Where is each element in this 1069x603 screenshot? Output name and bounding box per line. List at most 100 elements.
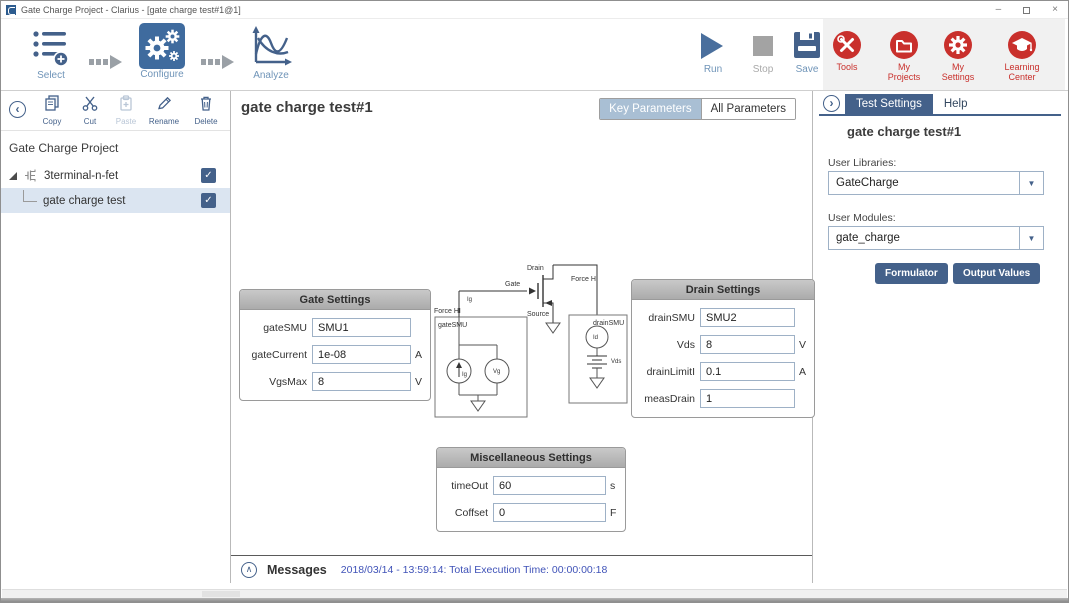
formulator-button[interactable]: Formulator (875, 263, 948, 284)
copy-button[interactable]: Copy (33, 94, 71, 126)
tree-node-checkbox[interactable]: ✓ (201, 168, 216, 183)
VgsMax-label: VgsMax (245, 376, 307, 388)
messages-collapse-button[interactable]: ∧ (241, 562, 257, 578)
id-meter-label: Id (593, 335, 598, 341)
scissors-icon (81, 94, 99, 112)
close-button[interactable]: × (1052, 5, 1058, 15)
collapse-panel-button[interactable]: ‹ (9, 101, 26, 118)
maximize-button[interactable] (1023, 7, 1030, 14)
dropdown-arrow-icon[interactable]: ▼ (1019, 172, 1043, 194)
gateCurrent-input[interactable] (312, 345, 411, 364)
Vds-label: Vds (637, 339, 695, 351)
user-libraries-dropdown[interactable]: GateCharge ▼ (828, 171, 1044, 195)
Coffset-unit: F (610, 507, 620, 519)
tree-node-test[interactable]: gate charge test ✓ (1, 188, 230, 213)
messages-label: Messages (267, 563, 327, 577)
run-button[interactable]: Run (693, 29, 733, 75)
stop-button[interactable]: Stop (743, 29, 783, 75)
rename-button[interactable]: Rename (145, 94, 183, 126)
gateSMU-input[interactable] (312, 318, 411, 337)
parameter-view-toggle: Key Parameters All Parameters (599, 98, 796, 120)
check-icon: ✓ (204, 170, 212, 181)
drainLimitI-label: drainLimitI (637, 366, 695, 378)
measDrain-input[interactable] (700, 389, 795, 408)
drain-label: Drain (527, 265, 544, 272)
tab-test-settings[interactable]: Test Settings (845, 94, 933, 114)
my-projects-label: My Projects (881, 62, 927, 82)
delete-button[interactable]: Delete (187, 94, 225, 126)
analyze-chart-icon (248, 26, 294, 68)
source-label: Source (527, 311, 549, 318)
my-settings-button[interactable]: My Settings (935, 29, 981, 82)
title-bar: Gate Charge Project - Clarius - [gate ch… (1, 1, 1068, 19)
configure-button[interactable]: Configure (131, 24, 193, 80)
minimize-button[interactable]: – (996, 5, 1002, 15)
tools-icon (832, 30, 862, 60)
Coffset-input[interactable] (493, 503, 606, 522)
misc-settings-title: Miscellaneous Settings (437, 448, 625, 468)
project-tree-panel: ‹ Copy Cut (1, 91, 231, 583)
copy-icon (43, 94, 61, 112)
horizontal-scrollbar[interactable] (2, 589, 1067, 598)
trash-icon (197, 94, 215, 112)
VgsMax-input[interactable] (312, 372, 411, 391)
graduation-cap-icon (1007, 30, 1037, 60)
learning-center-label: Learning Center (991, 62, 1053, 82)
timeOut-label: timeOut (442, 480, 488, 492)
dropdown-arrow-icon[interactable]: ▼ (1019, 227, 1043, 249)
select-button[interactable]: Select (23, 25, 79, 81)
user-modules-dropdown[interactable]: gate_charge ▼ (828, 226, 1044, 250)
drainSMU-input[interactable] (700, 308, 795, 327)
misc-settings-box: Miscellaneous Settings timeOut s Coffset… (436, 447, 626, 532)
copy-label: Copy (33, 117, 71, 126)
timeOut-input[interactable] (493, 476, 606, 495)
chevron-left-icon: ‹ (16, 102, 20, 116)
tree-connector (23, 190, 37, 202)
tab-help[interactable]: Help (933, 94, 979, 114)
gatesmu-label: gateSMU (438, 322, 467, 329)
force-hi-left-label: Force HI (434, 308, 461, 315)
user-libraries-label: User Libraries: (828, 157, 896, 169)
gate-settings-title: Gate Settings (240, 290, 430, 310)
expander-icon[interactable] (9, 172, 17, 180)
my-projects-button[interactable]: My Projects (881, 29, 927, 82)
app-window: Gate Charge Project - Clarius - [gate ch… (0, 0, 1069, 603)
cut-button[interactable]: Cut (71, 94, 109, 126)
vg-source-label: Vg (493, 369, 500, 375)
expand-panel-button[interactable]: › (823, 95, 840, 112)
nfet-device-icon (24, 168, 37, 183)
scrollbar-thumb[interactable] (202, 591, 240, 597)
messages-text: 2018/03/14 - 13:59:14: Total Execution T… (341, 564, 608, 576)
drainLimitI-unit: A (799, 366, 809, 378)
tools-button[interactable]: Tools (829, 29, 865, 72)
run-label: Run (693, 64, 733, 75)
ig-source-label: Ig (462, 372, 467, 378)
messages-bar: ∧ Messages 2018/03/14 - 13:59:14: Total … (231, 555, 812, 583)
tree-node-device[interactable]: 3terminal-n-fet ✓ (1, 163, 230, 188)
analyze-button[interactable]: Analyze (241, 25, 301, 81)
drainSMU-label: drainSMU (637, 312, 695, 324)
drainLimitI-input[interactable] (700, 362, 795, 381)
learning-center-button[interactable]: Learning Center (991, 29, 1053, 82)
VgsMax-unit: V (415, 376, 425, 388)
save-label: Save (787, 64, 827, 75)
paste-button[interactable]: Paste (107, 94, 145, 126)
Vds-input[interactable] (700, 335, 795, 354)
drain-settings-box: Drain Settings drainSMU Vds V drainLimit… (631, 279, 815, 418)
timeOut-unit: s (610, 480, 620, 492)
Vds-unit: V (799, 339, 809, 351)
window-bottom-edge (1, 598, 1068, 602)
workflow-arrow-icon (201, 55, 235, 74)
output-values-button[interactable]: Output Values (953, 263, 1040, 284)
save-floppy-icon (792, 30, 822, 60)
select-label: Select (23, 70, 79, 81)
tree-node-checkbox[interactable]: ✓ (201, 193, 216, 208)
key-parameters-button[interactable]: Key Parameters (600, 99, 701, 119)
folder-icon (889, 30, 919, 60)
all-parameters-button[interactable]: All Parameters (702, 99, 795, 119)
Coffset-label: Coffset (442, 507, 488, 519)
workflow-arrow-icon (89, 55, 123, 74)
side-panel-tabs: › Test Settings Help (819, 93, 1061, 116)
pencil-icon (155, 94, 173, 112)
save-button[interactable]: Save (787, 27, 827, 75)
